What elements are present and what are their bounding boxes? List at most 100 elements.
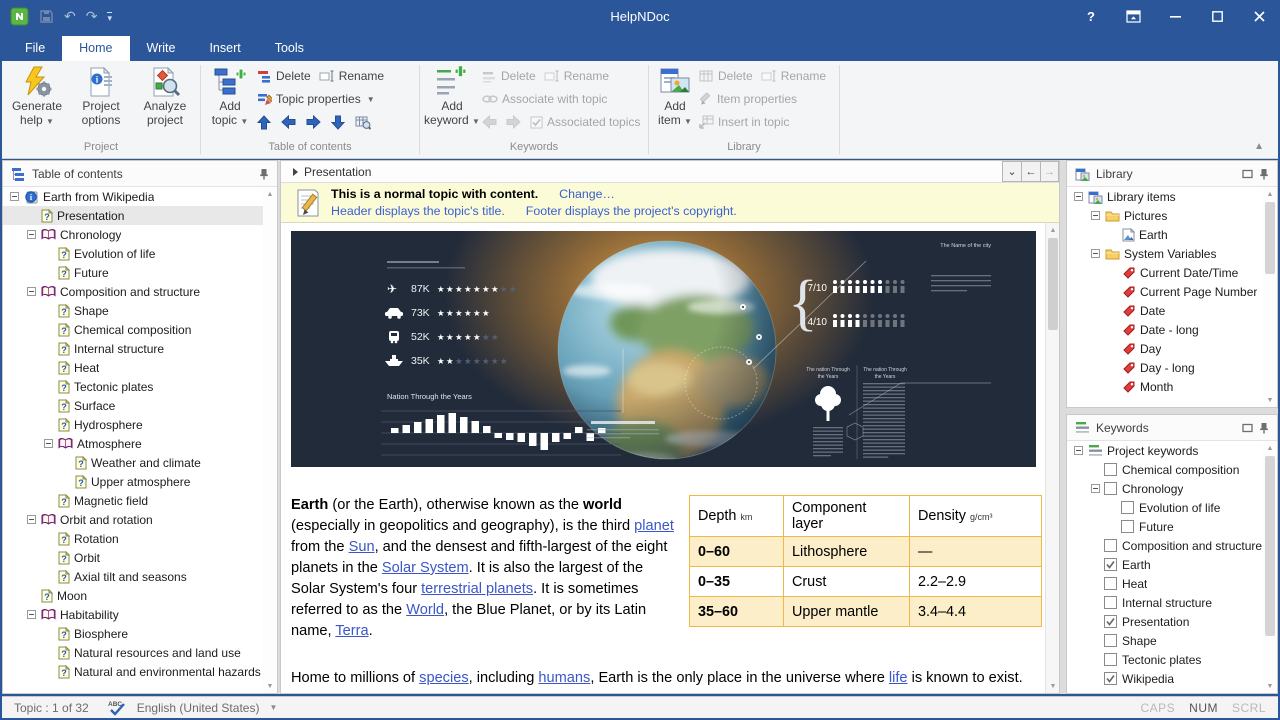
toc-tree-item[interactable]: ?Upper atmosphere <box>3 472 263 491</box>
expander-minus-icon[interactable] <box>1091 249 1104 258</box>
library-tree-item[interactable]: Month <box>1067 377 1263 396</box>
expander-minus-icon[interactable] <box>27 610 40 619</box>
keywords-tree-item[interactable]: Wikipedia <box>1067 669 1263 688</box>
library-tree-item[interactable]: Earth <box>1067 225 1263 244</box>
maximize-button[interactable] <box>1196 0 1238 33</box>
toc-tree-item[interactable]: ?Axial tilt and seasons <box>3 567 263 586</box>
expander-minus-icon[interactable] <box>27 230 40 239</box>
move-topic-right-button[interactable] <box>306 115 321 129</box>
topic-link[interactable]: World <box>406 602 444 618</box>
move-topic-down-button[interactable] <box>331 115 345 130</box>
close-button[interactable] <box>1238 0 1280 33</box>
library-tree-item[interactable]: System Variables <box>1067 244 1263 263</box>
keyword-checkbox[interactable] <box>1104 463 1117 476</box>
tab-insert[interactable]: Insert <box>192 36 257 61</box>
tab-home[interactable]: Home <box>62 36 129 61</box>
toc-tree-item[interactable]: Atmosphere <box>3 434 263 453</box>
toc-scrollbar[interactable]: ▲ ▼ <box>263 187 277 693</box>
keyword-checkbox[interactable] <box>1104 539 1117 552</box>
expander-minus-icon[interactable] <box>1091 211 1104 220</box>
keyword-checkbox[interactable] <box>1104 653 1117 666</box>
minimize-button[interactable] <box>1154 0 1196 33</box>
keywords-scrollbar[interactable]: ▲ ▼ <box>1263 441 1277 693</box>
topic-link[interactable]: Sun <box>349 539 375 555</box>
keywords-tree-item[interactable]: Project keywords <box>1067 441 1263 460</box>
toc-tree-item[interactable]: ?Presentation <box>3 206 263 225</box>
library-scrollbar[interactable]: ▲ ▼ <box>1263 187 1277 407</box>
expander-minus-icon[interactable] <box>1074 446 1087 455</box>
pin-icon[interactable] <box>1259 422 1269 434</box>
topic-link[interactable]: life <box>889 670 908 686</box>
move-topic-up-button[interactable] <box>257 115 271 130</box>
toc-tree-item[interactable]: ?Hydrosphere <box>3 415 263 434</box>
pin-icon[interactable] <box>1259 168 1269 180</box>
move-topic-left-button[interactable] <box>281 115 296 129</box>
toc-tree-item[interactable]: ?Tectonic plates <box>3 377 263 396</box>
expander-minus-icon[interactable] <box>1091 484 1104 493</box>
keywords-tree-item[interactable]: Presentation <box>1067 612 1263 631</box>
topic-link[interactable]: humans <box>538 670 590 686</box>
add-keyword-button[interactable]: Add keyword ▼ <box>424 63 480 129</box>
toc-tree-item[interactable]: ?Magnetic field <box>3 491 263 510</box>
library-tree-item[interactable]: Date - long <box>1067 320 1263 339</box>
toc-tree-item[interactable]: Chronology <box>3 225 263 244</box>
toc-tree-item[interactable]: ?Evolution of life <box>3 244 263 263</box>
analyze-project-button[interactable]: Analyze project <box>134 63 196 127</box>
toc-tree-item[interactable]: ?Future <box>3 263 263 282</box>
keyword-checkbox[interactable] <box>1104 482 1117 495</box>
library-tree-item[interactable]: Library items <box>1067 187 1263 206</box>
add-item-button[interactable]: Add item ▼ <box>653 63 697 129</box>
keyword-checkbox[interactable] <box>1104 634 1117 647</box>
keywords-tree-item[interactable]: Evolution of life <box>1067 498 1263 517</box>
add-topic-button[interactable]: Add topic ▼ <box>205 63 255 129</box>
topic-link[interactable]: species <box>419 670 468 686</box>
library-tree-item[interactable]: Pictures <box>1067 206 1263 225</box>
toc-tree-item[interactable]: ?Weather and climate <box>3 453 263 472</box>
earth-infographic-image[interactable]: ✈87K★★★★★★★★★73K★★★★★★52K★★★★★★★35K★★★★★… <box>291 231 1036 467</box>
toc-tree-item[interactable]: ?Natural and environmental hazards <box>3 662 263 681</box>
keywords-tree-item[interactable]: Heat <box>1067 574 1263 593</box>
toc-rename-button[interactable]: Rename <box>319 69 384 83</box>
expander-minus-icon[interactable] <box>10 192 23 201</box>
ribbon-display-options-button[interactable] <box>1112 0 1154 33</box>
keywords-tree-item[interactable]: Shape <box>1067 631 1263 650</box>
library-tree-item[interactable]: Date <box>1067 301 1263 320</box>
toc-tree-item[interactable]: iEarth from Wikipedia <box>3 187 263 206</box>
library-tree-item[interactable]: Current Page Number <box>1067 282 1263 301</box>
generate-help-button[interactable]: Generate help ▼ <box>6 63 68 129</box>
expander-minus-icon[interactable] <box>27 515 40 524</box>
toc-tree-item[interactable]: Habitability <box>3 605 263 624</box>
language-dropdown-arrow-icon[interactable]: ▼ <box>269 703 277 712</box>
tab-write[interactable]: Write <box>130 36 193 61</box>
navigate-back-button[interactable]: ← <box>1021 161 1040 182</box>
pin-icon[interactable] <box>259 168 269 180</box>
toc-tree-item[interactable]: ?Shape <box>3 301 263 320</box>
toc-tree-item[interactable]: ?Moon <box>3 586 263 605</box>
keywords-tree-item[interactable]: Earth <box>1067 555 1263 574</box>
collapse-ribbon-button[interactable]: ▲ <box>1254 141 1264 152</box>
topic-link[interactable]: terrestrial planets <box>421 581 533 597</box>
expander-minus-icon[interactable] <box>1074 192 1087 201</box>
restore-panel-icon[interactable] <box>1242 423 1253 433</box>
toc-tree-item[interactable]: ?Biosphere <box>3 624 263 643</box>
toc-tree-item[interactable]: ?Rotation <box>3 529 263 548</box>
tab-tools[interactable]: Tools <box>258 36 321 61</box>
library-tree-item[interactable]: Current Date/Time <box>1067 263 1263 282</box>
library-tree-item[interactable]: Day <box>1067 339 1263 358</box>
topic-properties-button[interactable]: Topic properties ▼ <box>257 92 375 106</box>
editor-scrollbar[interactable]: ▲ ▼ <box>1045 223 1059 693</box>
tab-file[interactable]: File <box>8 36 62 61</box>
keyword-checkbox[interactable] <box>1104 558 1117 571</box>
quick-access-toolbar-arrow-icon[interactable]: ▾ <box>107 12 112 22</box>
project-options-button[interactable]: i Project options <box>70 63 132 127</box>
keyword-checkbox[interactable] <box>1104 577 1117 590</box>
redo-icon[interactable]: ↷ <box>86 8 98 25</box>
keywords-tree-item[interactable]: Chronology <box>1067 479 1263 498</box>
toc-delete-button[interactable]: Delete <box>257 69 311 83</box>
keywords-tree-item[interactable]: Internal structure <box>1067 593 1263 612</box>
toc-tree-item[interactable]: ?Surface <box>3 396 263 415</box>
toc-tree-item[interactable]: Composition and structure <box>3 282 263 301</box>
topic-link[interactable]: Solar System <box>382 560 469 576</box>
keyword-checkbox[interactable] <box>1104 596 1117 609</box>
toc-tree-item[interactable]: ?Internal structure <box>3 339 263 358</box>
